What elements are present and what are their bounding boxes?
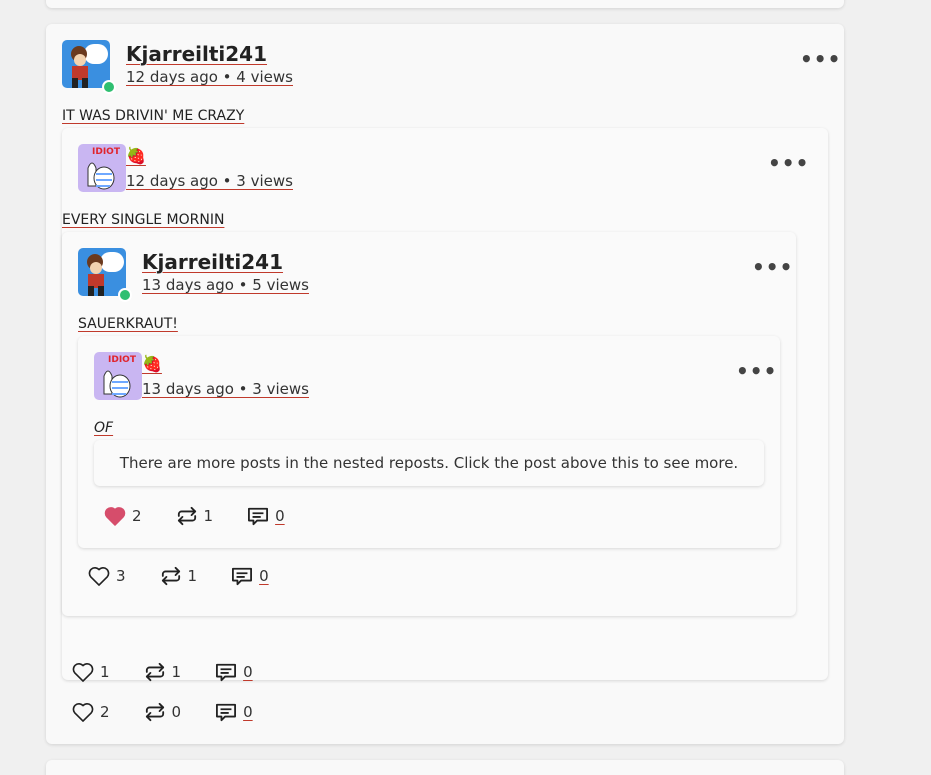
online-status-dot	[102, 80, 116, 94]
idiot-avatar-image: IDIOT	[78, 144, 126, 192]
repost-button[interactable]: 0	[144, 702, 182, 722]
post-text: SAUERKRAUT!	[78, 316, 178, 332]
heart-icon	[72, 703, 94, 722]
more-options-icon[interactable]: •••	[768, 153, 809, 173]
action-bar: 1 1 0	[72, 662, 287, 682]
avatar[interactable]	[78, 248, 132, 302]
post-text: IT WAS DRIVIN' ME CRAZY	[62, 108, 245, 124]
repost-icon	[177, 506, 196, 526]
nested-repost[interactable]: IDIOT 🍓 13 days ago • 3 views ••• OF The…	[78, 336, 780, 548]
comment-count: 0	[275, 507, 285, 525]
repost-button[interactable]: 1	[160, 566, 198, 586]
post-text: OF	[94, 420, 114, 436]
like-count: 2	[132, 507, 142, 525]
repost-icon	[145, 702, 164, 722]
like-button[interactable]: 1	[72, 662, 110, 682]
svg-text:IDIOT: IDIOT	[108, 355, 137, 365]
like-count: 3	[116, 567, 126, 585]
post-meta[interactable]: 12 days ago • 3 views	[126, 172, 293, 190]
repost-count: 1	[187, 567, 198, 585]
next-post-card	[46, 760, 844, 775]
more-options-icon[interactable]: •••	[736, 361, 777, 381]
repost-icon	[161, 566, 180, 586]
notice-text: There are more posts in the nested repos…	[119, 454, 739, 472]
heart-icon	[72, 663, 94, 682]
comment-button[interactable]: 0	[215, 702, 253, 722]
like-count: 2	[100, 703, 110, 721]
repost-count: 1	[171, 663, 182, 681]
comment-count: 0	[259, 567, 269, 585]
like-button[interactable]: 3	[88, 566, 126, 586]
like-count: 1	[100, 663, 110, 681]
avatar[interactable]: IDIOT	[94, 352, 142, 400]
previous-post-card	[46, 0, 844, 8]
cartoon-avatar-image	[62, 40, 110, 88]
idiot-avatar-image: IDIOT	[94, 352, 142, 400]
more-reposts-notice[interactable]: There are more posts in the nested repos…	[94, 440, 764, 486]
action-bar: 2 1 0	[104, 506, 319, 526]
repost-icon	[145, 662, 164, 682]
svg-text:IDIOT: IDIOT	[92, 147, 121, 157]
repost-count: 1	[203, 507, 214, 525]
repost-button[interactable]: 1	[144, 662, 182, 682]
comment-icon	[216, 663, 237, 682]
post-meta[interactable]: 13 days ago • 3 views	[142, 380, 309, 398]
post-username[interactable]: 🍓	[126, 146, 146, 165]
comment-button[interactable]: 0	[231, 566, 269, 586]
comment-icon	[232, 567, 253, 586]
avatar[interactable]: IDIOT	[78, 144, 126, 192]
like-button[interactable]: 2	[72, 702, 110, 722]
post-username[interactable]: Kjarreilti241	[142, 250, 283, 274]
post-username[interactable]: 🍓	[142, 354, 162, 373]
online-status-dot	[118, 288, 132, 302]
comment-count: 0	[243, 703, 253, 721]
cartoon-avatar-image	[78, 248, 126, 296]
repost-button[interactable]: 1	[176, 506, 214, 526]
more-options-icon[interactable]: •••	[800, 49, 841, 69]
action-bar: 3 1 0	[88, 566, 303, 586]
heart-icon	[104, 507, 126, 526]
post-text: EVERY SINGLE MORNIN	[62, 212, 225, 228]
like-button[interactable]: 2	[104, 506, 142, 526]
heart-icon	[88, 567, 110, 586]
more-options-icon[interactable]: •••	[752, 257, 793, 277]
comment-button[interactable]: 0	[215, 662, 253, 682]
comment-icon	[248, 507, 269, 526]
action-bar: 2 0 0	[72, 702, 287, 722]
post-meta[interactable]: 12 days ago • 4 views	[126, 68, 293, 86]
nested-repost[interactable]: Kjarreilti241 13 days ago • 5 views ••• …	[62, 232, 796, 616]
repost-count: 0	[171, 703, 182, 721]
comment-button[interactable]: 0	[247, 506, 285, 526]
nested-repost[interactable]: IDIOT 🍓 12 days ago • 3 views ••• EVERY …	[62, 128, 828, 682]
avatar[interactable]	[62, 40, 116, 94]
post-meta[interactable]: 13 days ago • 5 views	[142, 276, 309, 294]
comment-count: 0	[243, 663, 253, 681]
comment-icon	[216, 703, 237, 722]
post-card[interactable]: Kjarreilti241 12 days ago • 4 views ••• …	[46, 24, 844, 744]
post-username[interactable]: Kjarreilti241	[126, 42, 267, 66]
